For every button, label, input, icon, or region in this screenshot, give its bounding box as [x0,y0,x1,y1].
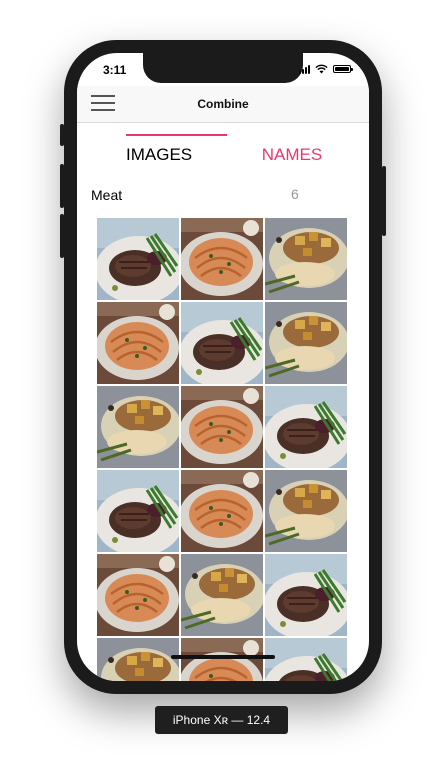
steak-asparagus-image [97,470,179,552]
photo-tile[interactable] [181,302,263,384]
photo-tile[interactable] [265,218,347,300]
photo-tile[interactable] [265,302,347,384]
photo-tile[interactable] [97,470,179,552]
volume-down-button [60,214,64,258]
wifi-icon [315,64,328,74]
photo-tile[interactable] [97,302,179,384]
photo-tile[interactable] [265,386,347,468]
roast-chicken-image [181,470,263,552]
tab-selection-indicator [126,134,227,136]
pork-potatoes-image [97,386,179,468]
device-label: iPhone Xʀ — 12.4 [155,706,288,734]
pork-potatoes-image [265,470,347,552]
steak-asparagus-image [265,638,347,681]
section-count: 6 [291,186,299,202]
status-icons [299,64,353,74]
photo-tile[interactable] [181,554,263,636]
navigation-bar: Combine [77,86,369,123]
pork-potatoes-image [97,638,179,681]
photo-tile[interactable] [181,218,263,300]
status-time: 3:11 [103,63,127,77]
photo-tile[interactable] [265,470,347,552]
photo-tile[interactable] [265,554,347,636]
tab-images[interactable]: IMAGES [126,145,226,165]
power-button [382,166,386,236]
roast-chicken-image [181,218,263,300]
pork-potatoes-image [265,302,347,384]
home-indicator [171,655,275,659]
volume-up-button [60,164,64,208]
steak-asparagus-image [97,218,179,300]
section-header: Meat 6 [77,173,369,213]
phone-frame: 3:11 Combine IMAGES NAMES Meat 6 [60,40,386,694]
pork-potatoes-image [265,218,347,300]
battery-icon [333,65,353,73]
photo-tile[interactable] [97,554,179,636]
roast-chicken-image [97,554,179,636]
photo-tile[interactable] [97,638,179,681]
tab-names[interactable]: NAMES [247,145,337,165]
cellular-signal-icon [299,64,310,74]
photo-tile[interactable] [181,638,263,681]
nav-title: Combine [197,97,249,111]
section-title: Meat [91,187,123,203]
roast-chicken-image [97,302,179,384]
photo-tile[interactable] [265,638,347,681]
mute-switch [60,124,64,146]
segment-tabs: IMAGES NAMES [77,123,369,173]
photo-tile[interactable] [97,386,179,468]
steak-asparagus-image [181,302,263,384]
app-screen: 3:11 Combine IMAGES NAMES Meat 6 [77,53,369,681]
pork-potatoes-image [181,554,263,636]
photo-tile[interactable] [97,218,179,300]
photo-tile[interactable] [181,470,263,552]
roast-chicken-image [181,638,263,681]
photo-grid [97,218,349,681]
photo-tile[interactable] [181,386,263,468]
steak-asparagus-image [265,554,347,636]
steak-asparagus-image [265,386,347,468]
notch [143,53,303,83]
roast-chicken-image [181,386,263,468]
